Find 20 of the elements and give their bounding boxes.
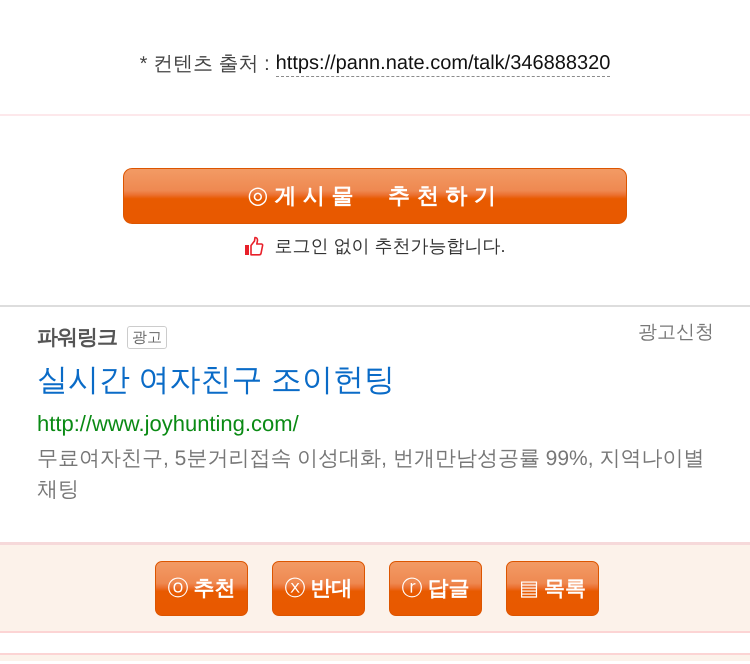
action-button[interactable]: ⓧ 반대 — [272, 560, 365, 616]
ad-description: 무료여자친구, 5분거리접속 이성대화, 번개만남성공률 99%, 지역나이별 채팅 — [37, 446, 706, 503]
ad-apply-link[interactable]: 광고신청 — [638, 319, 714, 345]
action-button[interactable]: ⓞ 추천 — [155, 560, 248, 616]
thumbs-up-icon — [244, 236, 264, 256]
double-circle-icon: ◎ — [247, 184, 268, 208]
ad-badge: 광고 — [127, 326, 167, 348]
circled-x-icon: ⓧ — [284, 578, 306, 598]
circled-r-icon: ⓡ — [402, 578, 422, 598]
login-free-note: 로그인 없이 추천가능합니다. — [274, 235, 506, 258]
action-button[interactable]: ▤ 목록 — [506, 560, 599, 616]
circled-o-icon: ⓞ — [168, 578, 188, 598]
recommend-post-button[interactable]: ◎ 게시물 추천하기 — [123, 168, 627, 224]
list-icon: ▤ — [519, 578, 539, 598]
ad-url-link[interactable]: http://www.joyhunting.com/ — [37, 411, 299, 437]
ad-title-link[interactable]: 실시간 여자친구 조이헌팅 — [37, 359, 396, 401]
power-link-label: 파워링크 — [37, 325, 117, 351]
source-label: * 컨텐츠 출처 : — [140, 52, 270, 77]
source-link[interactable]: https://pann.nate.com/talk/346888320 — [276, 50, 610, 77]
action-button[interactable]: ⓡ 답글 — [389, 560, 482, 616]
